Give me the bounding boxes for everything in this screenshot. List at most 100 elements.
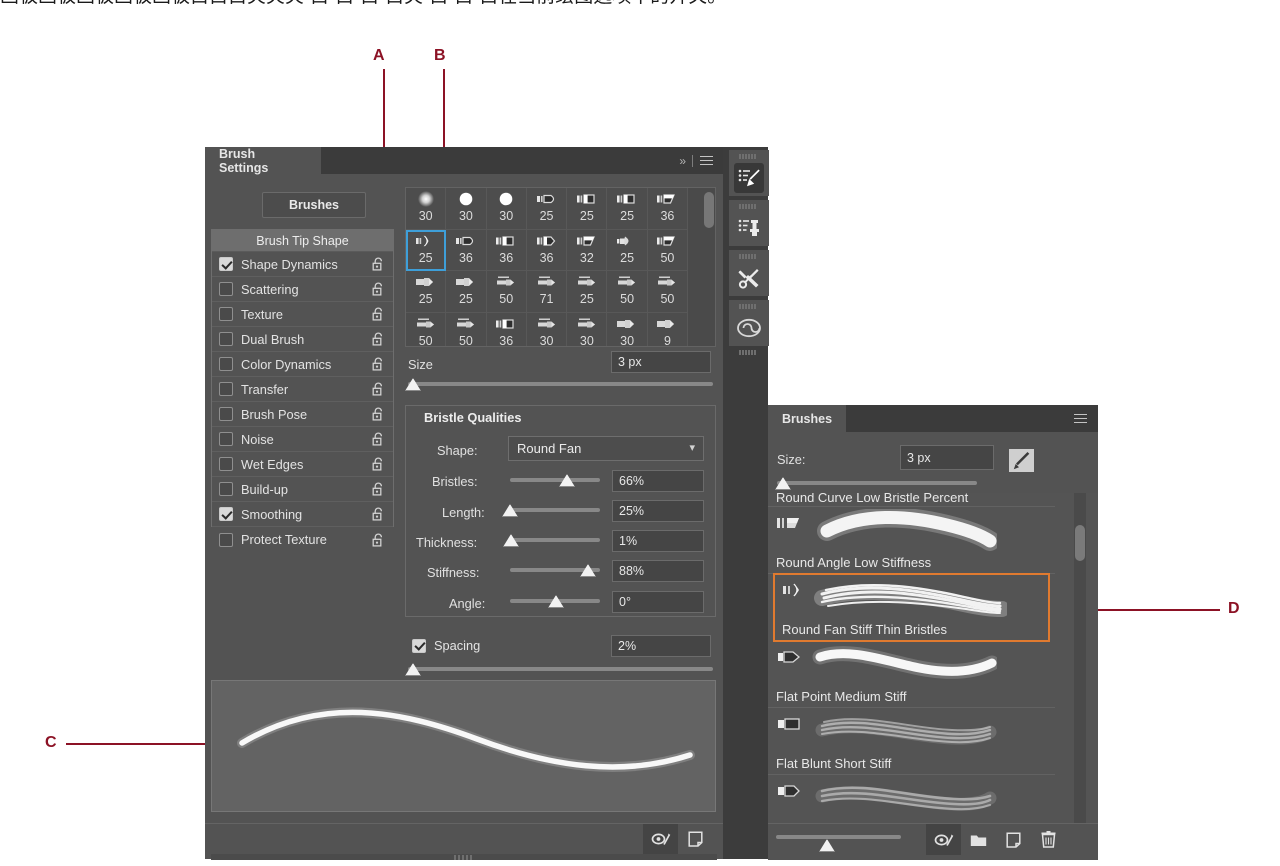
delete-brush-icon[interactable]: [1031, 824, 1066, 855]
brush-preset-cell[interactable]: 30: [446, 188, 487, 230]
brushes-size-slider-track[interactable]: [777, 481, 977, 485]
brush-list-item[interactable]: Flat Point Medium Stiff: [768, 641, 1055, 708]
option-row-color-dynamics[interactable]: Color Dynamics: [212, 352, 393, 377]
checkbox-color-dynamics[interactable]: [219, 357, 233, 371]
new-brush-icon[interactable]: [996, 824, 1031, 855]
checkbox-scattering[interactable]: [219, 282, 233, 296]
brush-preset-cell[interactable]: 25: [526, 188, 568, 230]
size-field[interactable]: 3 px: [611, 351, 711, 373]
lock-open-icon[interactable]: [372, 482, 385, 496]
brush-preset-cell[interactable]: 50: [647, 229, 689, 271]
checkbox-brush-pose[interactable]: [219, 407, 233, 421]
brush-preset-cell[interactable]: 25: [406, 229, 447, 271]
spacing-slider-track[interactable]: [408, 667, 713, 671]
brush-preset-cell[interactable]: 36: [446, 229, 487, 271]
checkbox-wet-edges[interactable]: [219, 457, 233, 471]
brushes-footer-slider-track[interactable]: [776, 835, 901, 839]
brush-preset-cell[interactable]: 25: [446, 271, 487, 313]
checkbox-noise[interactable]: [219, 432, 233, 446]
chevron-double-right-icon[interactable]: »: [679, 154, 686, 168]
panel-menu-icon[interactable]: [700, 155, 713, 166]
new-group-icon[interactable]: [961, 824, 996, 855]
panel-menu-icon[interactable]: [1074, 413, 1087, 424]
brush-preset-cell[interactable]: 25: [607, 188, 648, 230]
brush-preset-cell[interactable]: 25: [567, 271, 608, 313]
lock-open-icon[interactable]: [372, 507, 385, 521]
brush-preset-cell[interactable]: 32: [567, 229, 608, 271]
brush-preset-cell[interactable]: 50: [486, 271, 527, 313]
brush-list-item-selected[interactable]: Round Fan Stiff Thin Bristles: [773, 573, 1050, 642]
checkbox-protect-texture[interactable]: [219, 532, 233, 547]
toggle-brush-preview-icon[interactable]: [643, 824, 678, 854]
brush-list-scrollbar[interactable]: [1074, 493, 1086, 823]
tab-brushes[interactable]: Brushes: [768, 405, 846, 432]
brush-preset-cell[interactable]: 36: [486, 229, 527, 271]
brush-preset-cell[interactable]: 30: [607, 312, 648, 346]
preset-grid-scroll-thumb[interactable]: [704, 192, 714, 228]
thickness-slider-track[interactable]: [510, 538, 600, 542]
brush-preset-cell[interactable]: 36: [647, 188, 689, 230]
checkbox-spacing[interactable]: [412, 638, 426, 653]
dock-button-clone-source[interactable]: [729, 200, 769, 246]
checkbox-build-up[interactable]: [219, 482, 233, 496]
thickness-field[interactable]: 1%: [612, 530, 704, 552]
option-header-brush-tip-shape[interactable]: Brush Tip Shape: [212, 230, 393, 252]
lock-open-icon[interactable]: [372, 257, 385, 271]
brush-preset-cell[interactable]: 25: [567, 188, 608, 230]
option-row-wet-edges[interactable]: Wet Edges: [212, 452, 393, 477]
option-row-smoothing[interactable]: Smoothing: [212, 502, 393, 527]
brush-list[interactable]: Round Curve Low Bristle Percent Round An…: [768, 493, 1098, 823]
size-slider-track[interactable]: [408, 382, 713, 386]
lock-open-icon[interactable]: [372, 382, 385, 396]
brush-preset-cell[interactable]: 50: [446, 312, 487, 346]
brush-preset-cell[interactable]: 30: [486, 188, 527, 230]
option-row-dual-brush[interactable]: Dual Brush: [212, 327, 393, 352]
lock-open-icon[interactable]: [372, 432, 385, 446]
toggle-brush-preview-icon[interactable]: [926, 824, 961, 855]
option-row-scattering[interactable]: Scattering: [212, 277, 393, 302]
angle-field[interactable]: 0°: [612, 591, 704, 613]
dock-button-creative-cloud-libraries[interactable]: [729, 300, 769, 346]
lock-open-icon[interactable]: [372, 307, 385, 321]
bristles-field[interactable]: 66%: [612, 470, 704, 492]
option-row-shape-dynamics[interactable]: Shape Dynamics: [212, 252, 393, 277]
checkbox-smoothing[interactable]: [219, 507, 233, 521]
brush-preset-cell[interactable]: 25: [406, 271, 447, 313]
checkbox-transfer[interactable]: [219, 382, 233, 396]
dock-button-brush-settings[interactable]: [729, 150, 769, 196]
preset-grid-scrollbar[interactable]: [703, 188, 715, 346]
checkbox-shape-dynamics[interactable]: [219, 257, 233, 271]
bristle-shape-select[interactable]: Round Fan ▾: [508, 436, 704, 461]
tab-brush-settings[interactable]: Brush Settings: [205, 147, 321, 175]
panel-resize-grip[interactable]: [211, 854, 717, 860]
open-preset-manager-icon[interactable]: [1009, 449, 1034, 472]
brush-list-item[interactable]: Round Curve Low Bristle Percent: [768, 493, 1055, 507]
option-row-protect-texture[interactable]: Protect Texture: [212, 527, 393, 552]
stiffness-field[interactable]: 88%: [612, 560, 704, 582]
brush-preset-cell[interactable]: 50: [406, 312, 447, 346]
option-row-brush-pose[interactable]: Brush Pose: [212, 402, 393, 427]
lock-open-icon[interactable]: [372, 282, 385, 296]
lock-open-icon[interactable]: [372, 407, 385, 421]
brush-preset-cell[interactable]: 36: [526, 229, 568, 271]
spacing-row[interactable]: Spacing: [412, 638, 480, 653]
brushes-footer-slider[interactable]: [768, 824, 901, 855]
checkbox-dual-brush[interactable]: [219, 332, 233, 346]
lock-open-icon[interactable]: [372, 533, 385, 547]
brush-preset-cell[interactable]: 30: [526, 312, 568, 346]
checkbox-texture[interactable]: [219, 307, 233, 321]
bristles-slider-track[interactable]: [510, 478, 600, 482]
brush-preset-cell[interactable]: 9: [647, 312, 689, 346]
brush-list-item[interactable]: Flat Blunt Short Stiff: [768, 708, 1055, 775]
new-brush-icon[interactable]: [678, 824, 713, 854]
brush-preset-cell[interactable]: 71: [526, 271, 568, 313]
brush-list-item[interactable]: [768, 775, 1055, 823]
brush-preset-cell[interactable]: 50: [607, 271, 648, 313]
lock-open-icon[interactable]: [372, 332, 385, 346]
brushes-button[interactable]: Brushes: [262, 192, 366, 218]
lock-open-icon[interactable]: [372, 457, 385, 471]
spacing-field[interactable]: 2%: [611, 635, 711, 657]
brush-list-scroll-thumb[interactable]: [1075, 525, 1085, 561]
length-field[interactable]: 25%: [612, 500, 704, 522]
lock-open-icon[interactable]: [372, 357, 385, 371]
